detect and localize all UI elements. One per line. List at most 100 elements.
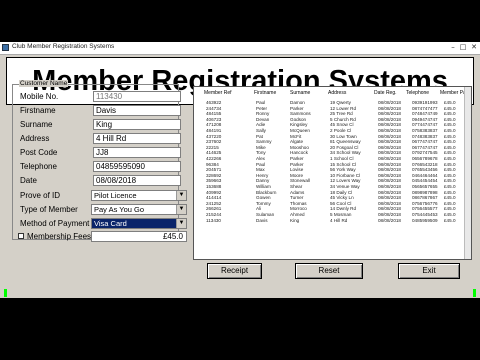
table-cell[interactable]: Tommy <box>256 201 271 206</box>
table-cell[interactable]: Stonewall <box>290 178 310 183</box>
table-header-cell[interactable]: Telephone <box>406 90 429 96</box>
table-cell[interactable]: 08/08/2018 <box>378 150 401 155</box>
table-cell[interactable]: 15 School Cl <box>330 162 356 167</box>
table-cell[interactable]: £45.0 <box>444 190 456 195</box>
table-cell[interactable]: 08/08/2018 <box>378 195 401 200</box>
proveid-select[interactable]: Pilot Licence ▼ <box>91 190 187 201</box>
payment-select[interactable]: Visa Card ▼ <box>91 218 187 229</box>
fees-checkbox[interactable] <box>18 233 24 239</box>
table-cell[interactable]: 153688 <box>206 184 221 189</box>
table-cell[interactable]: Hancock <box>290 150 308 155</box>
table-cell[interactable]: Davis <box>256 218 268 223</box>
table-cell[interactable]: 25 Tree Rd <box>330 111 353 116</box>
table-cell[interactable]: 414625 <box>206 150 221 155</box>
table-cell[interactable]: 19 Qwerty <box>330 100 351 105</box>
table-cell[interactable]: 30 Low Town <box>330 134 357 139</box>
table-header-cell[interactable]: Surname <box>290 90 310 96</box>
table-cell[interactable]: £45.0 <box>444 100 456 105</box>
table-cell[interactable]: 0656789678 <box>412 156 438 161</box>
table-cell[interactable]: 0565657655 <box>412 184 438 189</box>
chevron-down-icon[interactable]: ▼ <box>176 191 186 200</box>
table-cell[interactable]: £45.0 <box>444 156 456 161</box>
fees-field[interactable]: £45.0 <box>91 231 187 242</box>
table-cell[interactable]: 12 Lovers Way <box>330 178 360 183</box>
table-cell[interactable]: £45.0 <box>444 162 456 167</box>
table-cell[interactable]: 0792747545 <box>412 150 438 155</box>
table-cell[interactable]: Devan <box>256 117 269 122</box>
table-cell[interactable]: 12 Lower Rd <box>330 106 356 111</box>
chevron-down-icon[interactable]: ▼ <box>176 205 186 214</box>
table-cell[interactable]: 0454454454 <box>412 178 438 183</box>
table-cell[interactable]: 237602 <box>206 139 221 144</box>
table-cell[interactable]: 0464464464 <box>412 173 438 178</box>
table-cell[interactable]: £45.0 <box>444 122 456 127</box>
table-cell[interactable]: 20 Fosgoal Cl <box>330 145 358 150</box>
table-cell[interactable]: Ronny <box>256 111 269 116</box>
table-cell[interactable]: Mike <box>256 145 266 150</box>
table-cell[interactable]: Tony <box>256 150 266 155</box>
table-cell[interactable]: 08/08/2018 <box>378 111 401 116</box>
table-cell[interactable]: Sulaman <box>256 212 274 217</box>
table-cell[interactable]: King <box>290 218 299 223</box>
table-cell[interactable]: Algate <box>290 139 303 144</box>
table-cell[interactable]: £45.0 <box>444 145 456 150</box>
table-cell[interactable]: 414414 <box>206 195 221 200</box>
table-cell[interactable]: £45.0 <box>444 128 456 133</box>
table-cell[interactable]: Shear <box>290 184 302 189</box>
table-cell[interactable]: 484155 <box>206 111 221 116</box>
table-cell[interactable]: £45.0 <box>444 178 456 183</box>
table-cell[interactable]: 2 Poole Cl <box>330 128 351 133</box>
table-cell[interactable]: 08/08/2018 <box>378 128 401 133</box>
mobile-field[interactable]: 113430 <box>93 91 181 102</box>
table-cell[interactable]: £45.0 <box>444 201 456 206</box>
table-cell[interactable]: 08/08/2018 <box>378 167 401 172</box>
table-cell[interactable]: 08/08/2018 <box>378 190 401 195</box>
table-cell[interactable]: 215244 <box>206 212 221 217</box>
membertype-select[interactable]: Pay As You Go ▼ <box>91 204 187 215</box>
table-header-cell[interactable]: Firstname <box>254 90 276 96</box>
table-cell[interactable]: £45.0 <box>444 212 456 217</box>
table-cell[interactable]: 22215 <box>206 145 219 150</box>
table-cell[interactable]: 0939191993 <box>412 100 438 105</box>
table-cell[interactable]: Parker <box>290 106 304 111</box>
exit-button[interactable]: Exit <box>398 263 460 279</box>
surname-field[interactable]: King <box>93 119 181 130</box>
table-cell[interactable]: £45.0 <box>444 111 456 116</box>
table-cell[interactable]: Adams <box>290 190 304 195</box>
table-cell[interactable]: 08/08/2018 <box>378 184 401 189</box>
table-cell[interactable]: 484191 <box>206 128 221 133</box>
table-cell[interactable]: 08/08/2018 <box>378 206 401 211</box>
table-cell[interactable]: Adie <box>256 122 265 127</box>
table-cell[interactable]: 08/08/2018 <box>378 122 401 127</box>
reset-button[interactable]: Reset <box>295 263 363 279</box>
table-cell[interactable]: 328692 <box>206 173 221 178</box>
table-cell[interactable]: £45.0 <box>444 117 456 122</box>
table-cell[interactable]: 08/08/2018 <box>378 145 401 150</box>
maximize-icon[interactable]: □ <box>458 43 468 52</box>
table-cell[interactable]: 08/08/2018 <box>378 212 401 217</box>
table-cell[interactable]: Damon <box>290 100 305 105</box>
table-cell[interactable]: 406723 <box>206 117 221 122</box>
table-cell[interactable]: 08/08/2018 <box>378 106 401 111</box>
table-cell[interactable]: 4 Hill Rd <box>330 218 347 223</box>
table-cell[interactable]: 56 Cool Cl <box>330 201 351 206</box>
table-cell[interactable]: Moore <box>290 173 303 178</box>
table-cell[interactable]: £45.0 <box>444 167 456 172</box>
table-cell[interactable]: 244734 <box>206 106 221 111</box>
table-cell[interactable]: 241252 <box>206 201 221 206</box>
table-cell[interactable]: £45.0 <box>444 206 456 211</box>
receipt-button[interactable]: Receipt <box>207 263 262 279</box>
table-cell[interactable]: McFit <box>290 134 301 139</box>
minimize-icon[interactable]: – <box>448 43 458 52</box>
vertical-scrollbar[interactable] <box>464 87 471 259</box>
table-cell[interactable]: 463922 <box>206 100 221 105</box>
table-cell[interactable]: 0774474747 <box>412 122 438 127</box>
table-cell[interactable]: 14 Dwnly Rd <box>330 206 356 211</box>
table-cell[interactable]: 113430 <box>206 218 221 223</box>
records-list[interactable]: Member Ref Firstname Surname Address Date Re… <box>193 86 472 260</box>
firstname-field[interactable]: Davis <box>93 105 181 116</box>
table-cell[interactable]: 0748383837 <box>412 134 438 139</box>
table-cell[interactable]: Sally <box>256 128 266 133</box>
table-cell[interactable]: 81 Queensway <box>330 139 361 144</box>
table-cell[interactable]: 0754445453 <box>412 212 438 217</box>
